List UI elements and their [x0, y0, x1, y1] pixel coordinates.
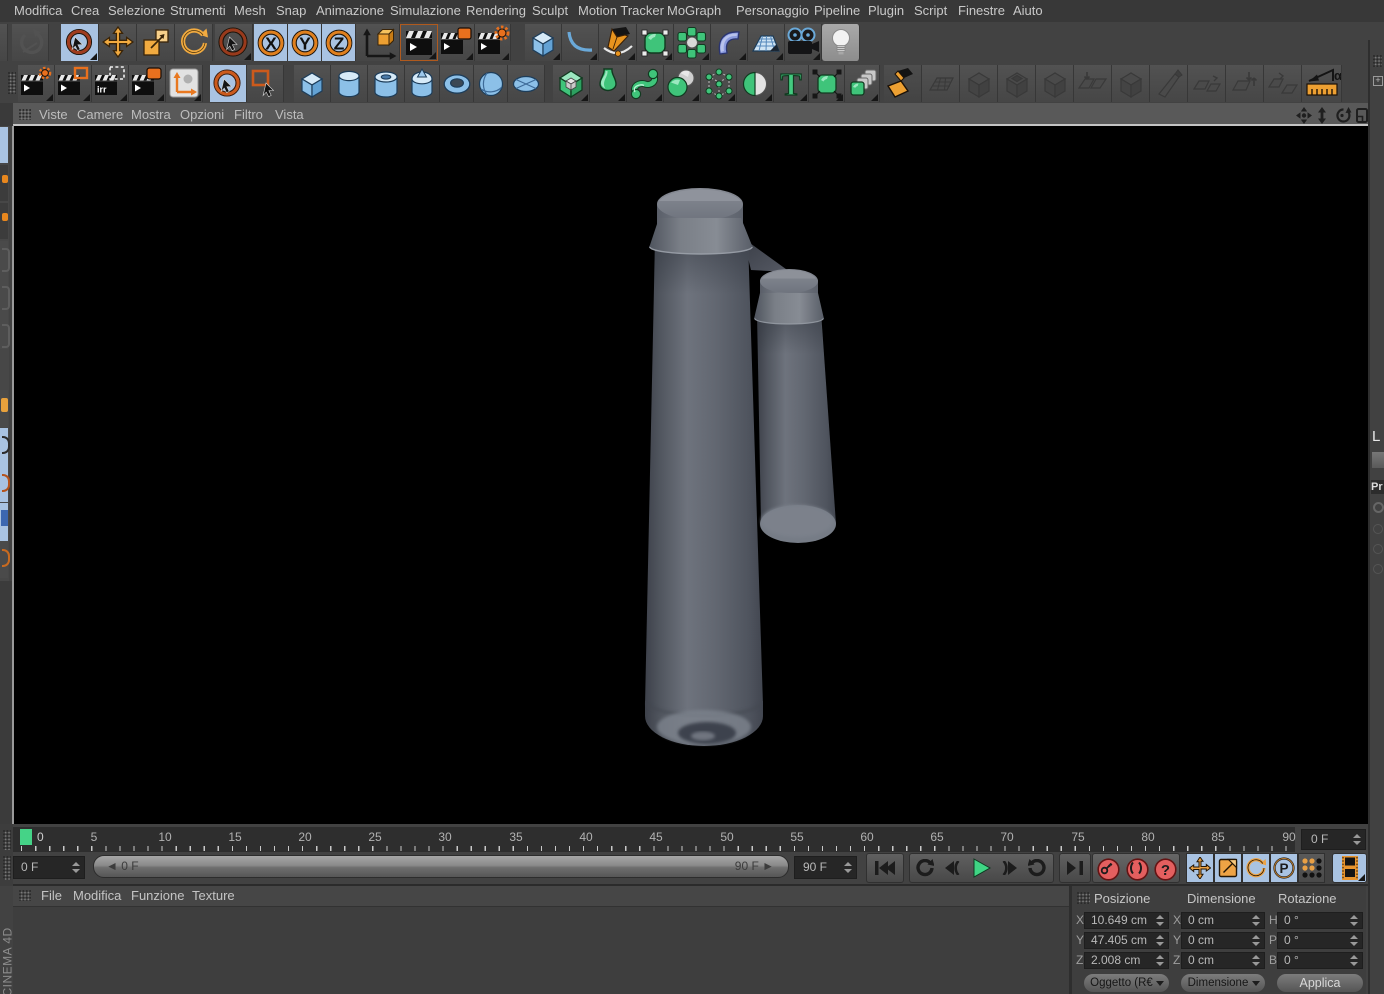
svg-text:P: P [1279, 861, 1288, 876]
svg-text:Y: Y [299, 33, 311, 53]
svg-text:α: α [1334, 68, 1341, 83]
svg-text:?: ? [1161, 862, 1170, 879]
svg-text:irr: irr [97, 84, 107, 94]
svg-text:T: T [780, 66, 801, 102]
svg-text:Z: Z [333, 33, 344, 53]
svg-text:X: X [265, 33, 277, 53]
